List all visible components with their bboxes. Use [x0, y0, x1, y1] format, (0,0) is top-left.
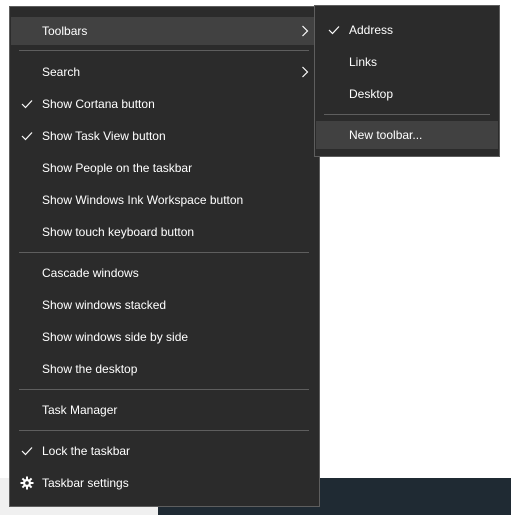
menu-separator — [19, 50, 309, 51]
menu-item-cascade-windows[interactable]: Cascade windows — [11, 259, 318, 287]
menu-item-label: Show touch keyboard button — [42, 225, 195, 239]
chevron-right-icon — [301, 58, 309, 86]
submenu-item-new-toolbar[interactable]: New toolbar... — [316, 121, 498, 149]
menu-item-show-ink-workspace[interactable]: Show Windows Ink Workspace button — [11, 186, 318, 214]
submenu-item-label: New toolbar... — [349, 128, 423, 142]
menu-separator — [19, 389, 309, 390]
submenu-item-label: Desktop — [349, 87, 394, 101]
checkmark-icon — [326, 16, 342, 44]
checkmark-icon — [19, 437, 35, 465]
menu-item-label: Task Manager — [42, 403, 118, 417]
menu-item-windows-side-by-side[interactable]: Show windows side by side — [11, 323, 318, 351]
checkmark-icon — [19, 90, 35, 118]
submenu-item-links[interactable]: Links — [316, 48, 498, 76]
taskbar-context-menu: Toolbars Search Show Cortana button Show… — [9, 6, 320, 507]
menu-item-label: Search — [42, 65, 81, 79]
checkmark-icon — [19, 122, 35, 150]
menu-separator — [19, 252, 309, 253]
menu-item-label: Toolbars — [42, 24, 88, 38]
menu-item-lock-taskbar[interactable]: Lock the taskbar — [11, 437, 318, 465]
menu-separator — [19, 430, 309, 431]
gear-icon — [19, 469, 35, 497]
submenu-item-label: Address — [349, 23, 394, 37]
menu-item-label: Show the desktop — [42, 362, 138, 376]
menu-item-show-cortana[interactable]: Show Cortana button — [11, 90, 318, 118]
menu-separator — [324, 114, 490, 115]
menu-item-label: Lock the taskbar — [42, 444, 131, 458]
chevron-right-icon — [301, 17, 309, 45]
menu-item-label: Cascade windows — [42, 266, 139, 280]
menu-item-label: Show Task View button — [42, 129, 166, 143]
toolbars-submenu: Address Links Desktop New toolbar... — [314, 5, 500, 157]
menu-item-show-people[interactable]: Show People on the taskbar — [11, 154, 318, 182]
menu-item-show-task-view[interactable]: Show Task View button — [11, 122, 318, 150]
submenu-item-label: Links — [349, 55, 378, 69]
menu-item-show-touch-keyboard[interactable]: Show touch keyboard button — [11, 218, 318, 246]
menu-item-label: Show Windows Ink Workspace button — [42, 193, 244, 207]
menu-item-label: Show windows side by side — [42, 330, 189, 344]
menu-item-toolbars[interactable]: Toolbars — [11, 17, 318, 45]
submenu-item-desktop[interactable]: Desktop — [316, 80, 498, 108]
submenu-item-address[interactable]: Address — [316, 16, 498, 44]
menu-item-show-desktop[interactable]: Show the desktop — [11, 355, 318, 383]
menu-item-label: Taskbar settings — [42, 476, 129, 490]
menu-item-taskbar-settings[interactable]: Taskbar settings — [11, 469, 318, 497]
menu-item-label: Show Cortana button — [42, 97, 155, 111]
menu-item-windows-stacked[interactable]: Show windows stacked — [11, 291, 318, 319]
menu-item-label: Show windows stacked — [42, 298, 167, 312]
menu-item-label: Show People on the taskbar — [42, 161, 193, 175]
menu-item-search[interactable]: Search — [11, 58, 318, 86]
menu-item-task-manager[interactable]: Task Manager — [11, 396, 318, 424]
